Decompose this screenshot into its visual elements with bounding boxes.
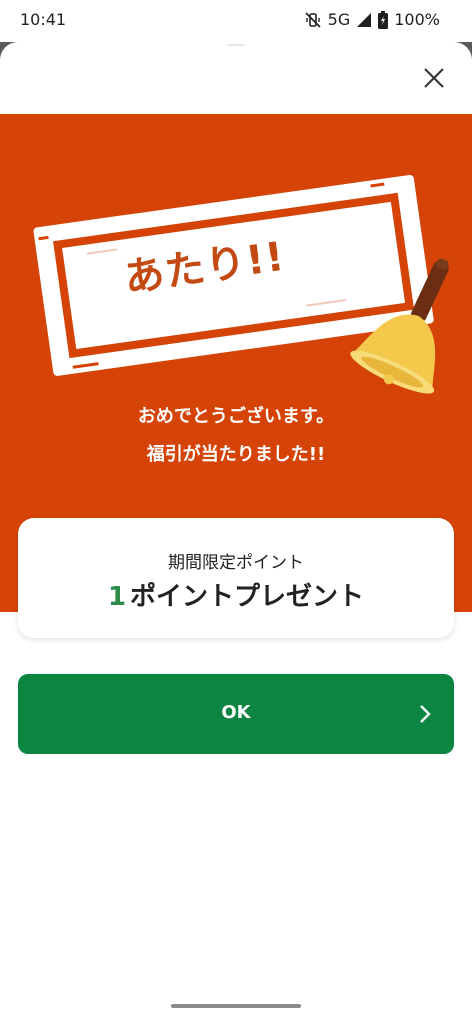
chevron-right-icon	[420, 705, 431, 723]
battery-percent: 100%	[394, 10, 440, 29]
point-amount: 1	[107, 582, 127, 612]
signal-icon	[357, 12, 372, 27]
network-label: 5G	[327, 10, 351, 29]
sheet-handle	[228, 44, 244, 46]
close-button[interactable]	[420, 64, 448, 92]
status-icons: 5G 100%	[304, 10, 440, 29]
ok-button[interactable]: OK	[18, 674, 454, 754]
point-reward-text: ポイントプレゼント	[130, 582, 365, 612]
point-reward-card: 期間限定ポイント 1 ポイントプレゼント	[18, 518, 454, 638]
congrats-message-line2: 福引が当たりました!!	[146, 444, 326, 465]
status-bar: 10:41 5G 100%	[0, 0, 472, 42]
battery-icon	[378, 10, 389, 29]
gesture-nav-handle[interactable]	[171, 1004, 301, 1008]
mute-vibrate-icon	[305, 11, 321, 28]
lottery-result-dialog: あたり!! おめでとうございます。 福引が当たりました!! 期間限定ポイント 1…	[0, 42, 472, 1024]
congrats-message-line1: おめでとうございます。	[137, 406, 335, 427]
point-reward-value: 1 ポイントプレゼント	[18, 576, 454, 613]
ok-button-label: OK	[221, 702, 251, 723]
close-icon	[424, 68, 444, 88]
status-time: 10:41	[20, 10, 67, 29]
point-type-label: 期間限定ポイント	[168, 553, 304, 573]
